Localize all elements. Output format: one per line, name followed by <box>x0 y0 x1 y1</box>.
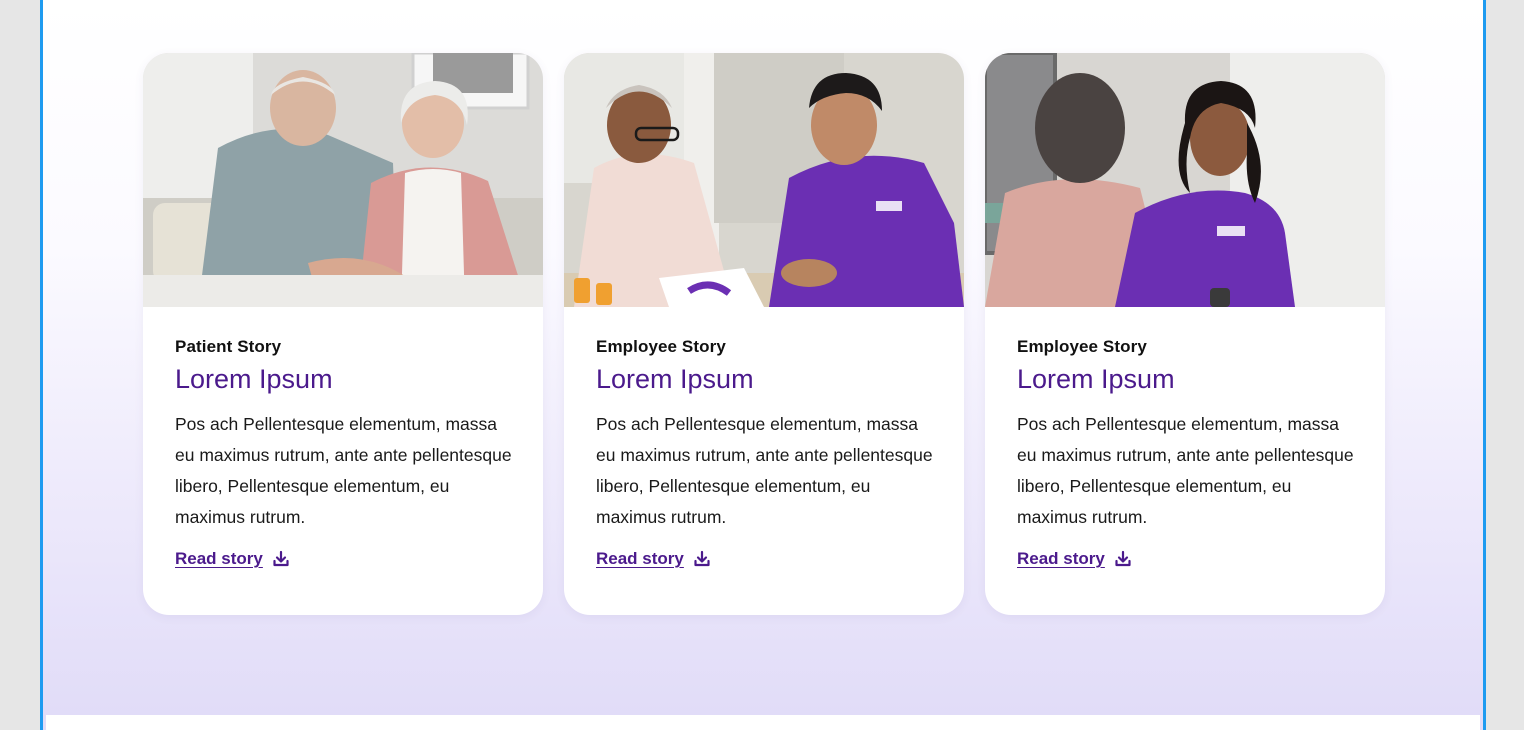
next-section <box>46 715 1480 730</box>
page-frame: Patient Story Lorem Ipsum Pos ach Pellen… <box>40 0 1486 730</box>
card-description: Pos ach Pellentesque elementum, massa eu… <box>596 414 933 527</box>
card-body: Employee Story Lorem Ipsum Pos ach Pelle… <box>596 335 936 569</box>
card-body: Employee Story Lorem Ipsum Pos ach Pelle… <box>1017 335 1357 569</box>
story-card: Employee Story Lorem Ipsum Pos ach Pelle… <box>985 53 1385 615</box>
card-description: Pos ach Pellentesque elementum, massa eu… <box>175 414 512 527</box>
download-icon <box>1115 550 1131 567</box>
card-body: Patient Story Lorem Ipsum Pos ach Pellen… <box>175 335 515 569</box>
card-description: Pos ach Pellentesque elementum, massa eu… <box>1017 414 1354 527</box>
story-photo <box>564 53 964 307</box>
read-story-label: Read story <box>175 549 263 568</box>
story-card: Patient Story Lorem Ipsum Pos ach Pellen… <box>143 53 543 615</box>
read-story-label: Read story <box>596 549 684 568</box>
story-photo <box>985 53 1385 307</box>
read-story-label: Read story <box>1017 549 1105 568</box>
story-photo <box>143 53 543 307</box>
download-icon <box>694 550 710 567</box>
read-story-link[interactable]: Read story <box>1017 549 1132 569</box>
read-story-link[interactable]: Read story <box>596 549 711 569</box>
card-category: Employee Story <box>1017 337 1147 356</box>
download-icon <box>273 550 289 567</box>
read-story-link[interactable]: Read story <box>175 549 290 569</box>
card-title: Lorem Ipsum <box>596 364 754 394</box>
card-title: Lorem Ipsum <box>175 364 333 394</box>
card-category: Employee Story <box>596 337 726 356</box>
card-title: Lorem Ipsum <box>1017 364 1175 394</box>
card-category: Patient Story <box>175 337 282 356</box>
story-card: Employee Story Lorem Ipsum Pos ach Pelle… <box>564 53 964 615</box>
